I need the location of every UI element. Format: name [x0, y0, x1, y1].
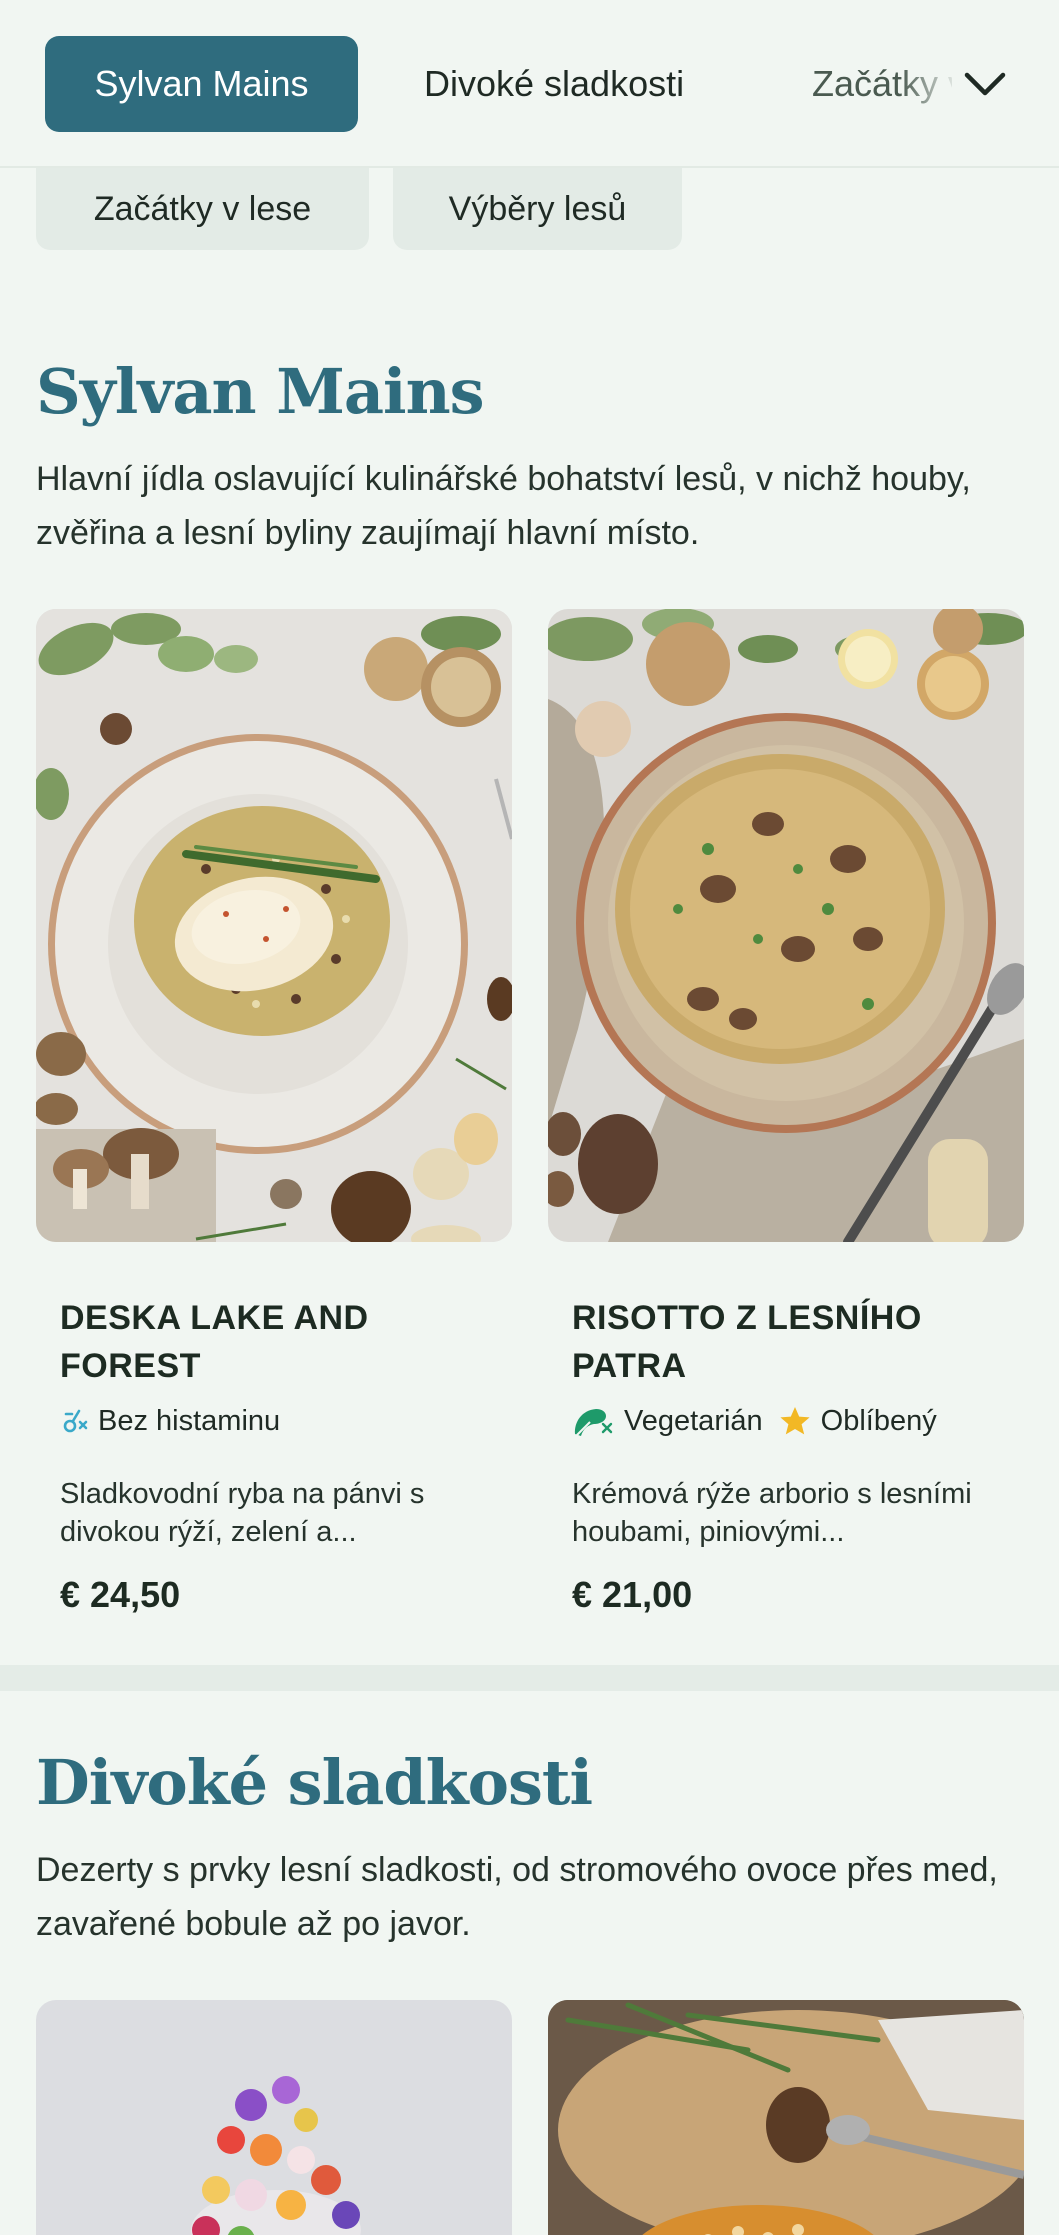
tag-histamine-free: Bez histaminu [60, 1405, 280, 1438]
section-title-divoke-sladkosti: Divoké sladkosti [36, 1746, 593, 1819]
dish-description: Sladkovodní ryba na pánvi s divokou rýží… [60, 1478, 425, 1548]
dish-name: RISOTTO Z LESNÍHO PATRA [572, 1299, 922, 1385]
chip-zacatky-v-lese[interactable]: Začátky v lese [36, 168, 369, 250]
tag-label: Oblíbený [820, 1404, 937, 1437]
tab-divoke-sladkosti[interactable]: Divoké sladkosti [424, 36, 684, 132]
tag-vegetarian: Vegetarián [572, 1404, 763, 1438]
dietary-tags: Vegetarián Oblíbený [572, 1401, 937, 1441]
dish-image [36, 609, 512, 1242]
section-description: Hlavní jídla oslavující kulinářské bohat… [36, 460, 971, 552]
dish-name: DESKA LAKE AND FOREST [60, 1299, 369, 1385]
menu-item-card[interactable] [548, 2000, 1024, 2235]
histamine-free-icon [63, 1409, 88, 1433]
tag-label: Bez histaminu [98, 1404, 281, 1437]
dietary-tags: Bez histaminu [60, 1401, 280, 1441]
dish-image [548, 609, 1024, 1242]
tag-favorite: Oblíbený [779, 1405, 937, 1438]
section-description: Dezerty s prvky lesní sladkosti, od stro… [36, 1851, 998, 1943]
dish-price: € 21,00 [572, 1574, 693, 1615]
dish-price: € 24,50 [60, 1574, 181, 1615]
star-icon [780, 1407, 810, 1435]
dish-description: Krémová rýže arborio s lesními houbami, … [572, 1478, 972, 1548]
section-divider [0, 1665, 1059, 1691]
dish-image [548, 2000, 1024, 2235]
dish-image [36, 2000, 512, 2235]
menu-item-card[interactable] [36, 2000, 512, 2235]
chevron-down-icon [964, 72, 1006, 96]
chip-vybery-lesu[interactable]: Výběry lesů [393, 168, 682, 250]
tag-label: Vegetarián [624, 1404, 763, 1437]
category-nav: Sylvan Mains Divoké sladkosti Začátky v … [0, 0, 1059, 168]
vegetarian-icon [574, 1409, 613, 1437]
expand-categories-button[interactable] [955, 54, 1015, 114]
tab-overflow-fade [900, 36, 960, 132]
tab-sylvan-mains[interactable]: Sylvan Mains [45, 36, 358, 132]
section-title-sylvan-mains: Sylvan Mains [36, 355, 485, 428]
